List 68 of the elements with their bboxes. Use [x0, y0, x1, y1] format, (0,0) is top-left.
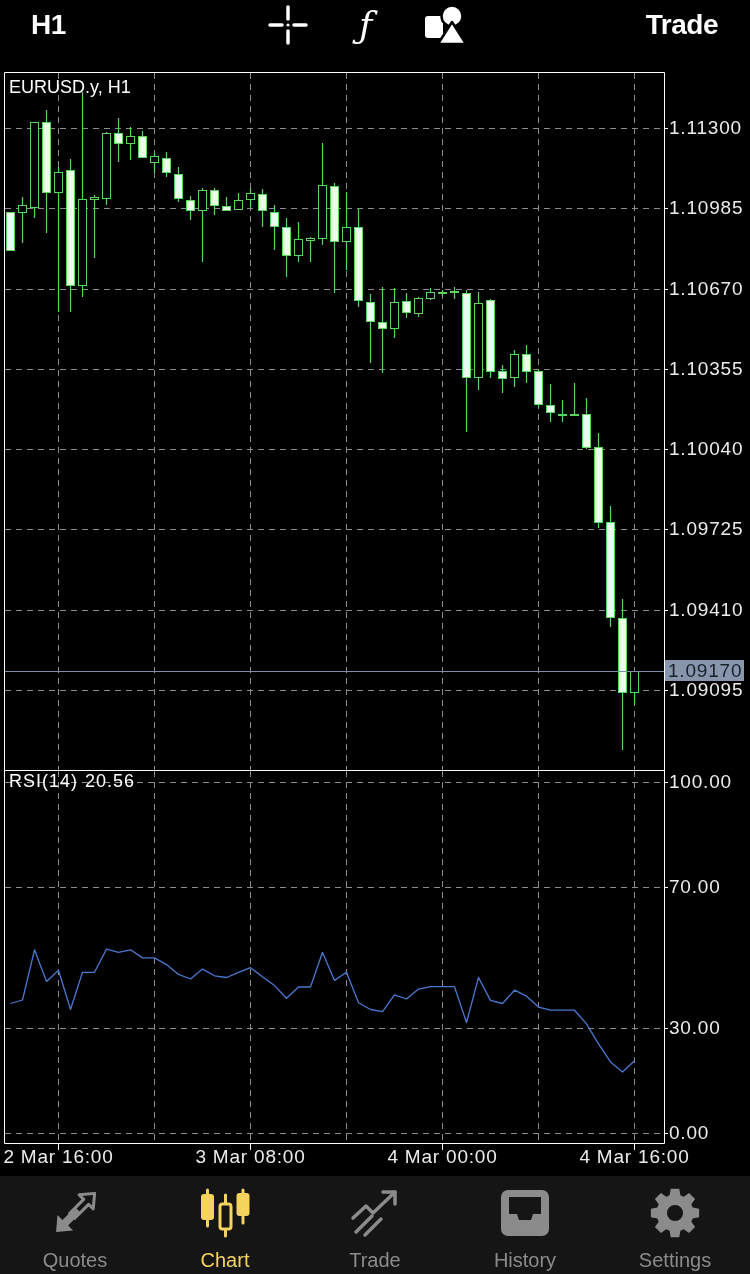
- inbox-tray-icon: [500, 1188, 550, 1238]
- candlestick: [210, 187, 219, 216]
- candlestick: [126, 126, 135, 161]
- trade-button[interactable]: Trade: [645, 8, 718, 42]
- timeframe-button[interactable]: H1: [31, 8, 66, 42]
- price-axis-label: 1.11300: [669, 119, 742, 137]
- candlestick: [522, 344, 531, 384]
- price-axis-label: 1.10040: [669, 440, 744, 458]
- candlestick: [138, 130, 147, 158]
- price-axis-label: 1.09725: [669, 520, 744, 538]
- candlestick: [630, 671, 639, 706]
- candlestick: [582, 397, 591, 450]
- candlestick: [270, 204, 279, 251]
- nav-tab[interactable]: Quotes: [0, 1176, 150, 1274]
- candlestick: [402, 292, 411, 319]
- candlestick: [450, 286, 459, 300]
- candlestick: [282, 217, 291, 278]
- price-axis-label: 1.09410: [669, 601, 744, 619]
- candlestick: [426, 287, 435, 301]
- crosshair-icon[interactable]: [268, 5, 308, 45]
- nav-tab[interactable]: Chart: [150, 1176, 300, 1274]
- time-axis-label: 3 Mar 08:00: [195, 1146, 306, 1168]
- time-axis-label: 2 Mar 16:00: [3, 1146, 114, 1168]
- symbol-label: EURUSD.y, H1: [9, 76, 131, 98]
- candlestick: [414, 296, 423, 318]
- time-axis-label: 4 Mar 00:00: [387, 1146, 498, 1168]
- time-axis-label: 4 Mar 16:00: [579, 1146, 690, 1168]
- candlestick: [558, 399, 567, 423]
- nav-tab[interactable]: Settings: [600, 1176, 750, 1274]
- rsi-axis-label: 30.00: [669, 1018, 721, 1038]
- price-axis-label: 1.10670: [669, 280, 744, 298]
- indicator-value: 20.56: [85, 770, 136, 792]
- candlestick: [90, 194, 99, 259]
- candlestick: [186, 195, 195, 221]
- rsi-axis-label: 70.00: [669, 877, 721, 897]
- candlestick: [6, 212, 15, 251]
- candlestick: [150, 152, 159, 174]
- price-axis-label: 1.10355: [669, 360, 744, 378]
- candlestick: [18, 196, 27, 244]
- rsi-axis-label: 100.00: [669, 772, 732, 792]
- candlestick: [162, 151, 171, 178]
- candlestick: [174, 166, 183, 203]
- gear-icon: [650, 1188, 700, 1238]
- price-axis-label: 1.09095: [669, 681, 744, 699]
- candlestick: [114, 117, 123, 163]
- candlestick: [294, 221, 303, 263]
- candlestick: [234, 192, 243, 211]
- nav-tab[interactable]: Trade: [300, 1176, 450, 1274]
- candlestick: [498, 364, 507, 394]
- candlestick: [534, 368, 543, 408]
- candlestick: [546, 383, 555, 423]
- candlestick: [510, 349, 519, 388]
- indicator-name: RSI(14): [9, 770, 78, 792]
- function-button[interactable]: ƒ: [354, 0, 378, 50]
- rsi-axis-label: 0.00: [669, 1123, 710, 1143]
- candlestick: [366, 293, 375, 364]
- chart-icon: [200, 1188, 250, 1238]
- current-price-label: 1.09170: [665, 660, 744, 681]
- candlestick: [246, 187, 255, 208]
- candlestick: [306, 236, 315, 263]
- nav-tab[interactable]: History: [450, 1176, 600, 1274]
- candlestick: [222, 196, 231, 211]
- candlestick: [390, 287, 399, 339]
- candlestick: [258, 188, 267, 228]
- candlestick: [570, 382, 579, 416]
- price-axis-label: 1.10985: [669, 199, 744, 217]
- trend-arrow-icon: [350, 1188, 400, 1238]
- candlestick: [438, 289, 447, 297]
